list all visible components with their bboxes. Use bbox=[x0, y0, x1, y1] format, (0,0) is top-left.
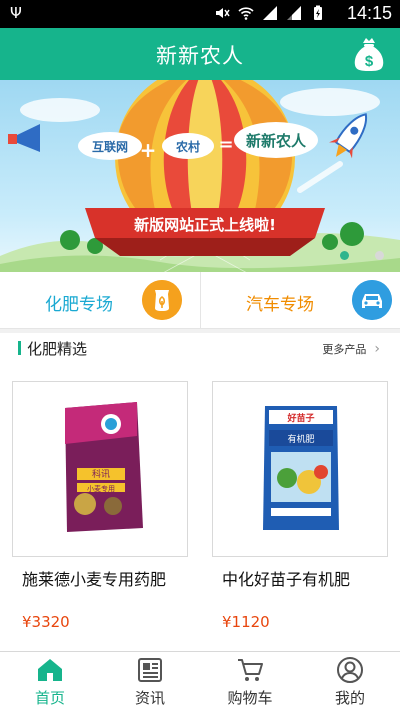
svg-text:互联网: 互联网 bbox=[92, 140, 128, 154]
product-price: ¥1120 bbox=[222, 613, 270, 631]
news-icon bbox=[138, 658, 162, 682]
system-icons bbox=[214, 5, 326, 21]
usb-icon: Ψ bbox=[10, 4, 22, 22]
nav-label: 购物车 bbox=[227, 689, 273, 707]
svg-text:新新农人: 新新农人 bbox=[246, 132, 307, 150]
cart-icon bbox=[238, 659, 263, 681]
nav-profile[interactable]: 我的 bbox=[300, 652, 400, 711]
app-bar: 新新农人 $ bbox=[0, 28, 400, 80]
more-products-link[interactable]: 更多产品 › bbox=[322, 341, 380, 357]
money-bag-icon[interactable]: $ bbox=[352, 36, 386, 72]
battery-icon bbox=[314, 5, 322, 20]
nav-label: 首页 bbox=[34, 689, 65, 707]
chevron-right-icon: › bbox=[374, 341, 380, 357]
svg-text:$: $ bbox=[365, 53, 374, 70]
bottom-nav: 首页 资讯 购物车 我的 bbox=[0, 651, 400, 711]
carousel-dot[interactable] bbox=[340, 251, 349, 260]
promo-banner[interactable]: 新版网站正式上线啦! 互联网 + 农村 = 新新农人 bbox=[0, 80, 400, 272]
section-title: 化肥精选 bbox=[27, 340, 88, 358]
svg-text:+: + bbox=[140, 138, 157, 162]
nav-news[interactable]: 资讯 bbox=[100, 652, 200, 711]
nav-label: 资讯 bbox=[134, 689, 165, 707]
fertilizer-bag-image: 科讯 小麦专用 bbox=[65, 402, 143, 532]
status-bar: Ψ 14:15 bbox=[0, 0, 400, 28]
product-name[interactable]: 中化好苗子有机肥 bbox=[222, 566, 350, 590]
svg-text:=: = bbox=[218, 134, 233, 155]
svg-text:科讯: 科讯 bbox=[92, 468, 110, 480]
svg-text:好苗子: 好苗子 bbox=[286, 412, 314, 424]
svg-text:有机肥: 有机肥 bbox=[287, 433, 314, 445]
product-card-image[interactable]: 好苗子 有机肥 bbox=[212, 381, 388, 557]
category-label: 汽车专场 bbox=[246, 295, 314, 315]
carousel-dots bbox=[340, 251, 384, 260]
banner-illustration: 新版网站正式上线啦! 互联网 + 农村 = 新新农人 bbox=[0, 80, 400, 272]
app-title: 新新农人 bbox=[156, 44, 244, 68]
signal-icon bbox=[263, 6, 277, 20]
carousel-dot[interactable] bbox=[375, 251, 384, 260]
section-header: 化肥精选 更多产品 › bbox=[0, 333, 400, 363]
section-accent-bar bbox=[18, 341, 21, 355]
signal-2-icon bbox=[287, 6, 301, 20]
wifi-icon bbox=[238, 7, 254, 20]
banner-ribbon-text: 新版网站正式上线啦! bbox=[134, 216, 276, 234]
product-card-image[interactable]: 科讯 小麦专用 bbox=[12, 381, 188, 557]
fertilizer-bag-icon bbox=[142, 280, 182, 320]
organic-fertilizer-bag-image: 好苗子 有机肥 bbox=[263, 406, 339, 530]
user-icon bbox=[337, 657, 363, 683]
product-price: ¥3320 bbox=[22, 613, 70, 631]
car-icon bbox=[352, 280, 392, 320]
category-row: 化肥专场 汽车专场 bbox=[0, 272, 400, 329]
svg-text:农村: 农村 bbox=[175, 139, 200, 154]
nav-label: 我的 bbox=[334, 689, 365, 707]
car-category[interactable]: 汽车专场 bbox=[200, 272, 400, 328]
fertilizer-category[interactable]: 化肥专场 bbox=[0, 272, 200, 328]
mute-icon bbox=[216, 8, 230, 18]
category-label: 化肥专场 bbox=[45, 295, 113, 315]
svg-text:小麦专用: 小麦专用 bbox=[87, 484, 115, 493]
megaphone-icon bbox=[8, 124, 40, 152]
clock: 14:15 bbox=[346, 3, 392, 23]
product-name[interactable]: 施莱德小麦专用药肥 bbox=[22, 566, 166, 590]
nav-cart[interactable]: 购物车 bbox=[200, 652, 300, 711]
nav-home[interactable]: 首页 bbox=[0, 652, 100, 711]
home-icon bbox=[38, 659, 62, 681]
more-products-label: 更多产品 bbox=[322, 343, 367, 356]
